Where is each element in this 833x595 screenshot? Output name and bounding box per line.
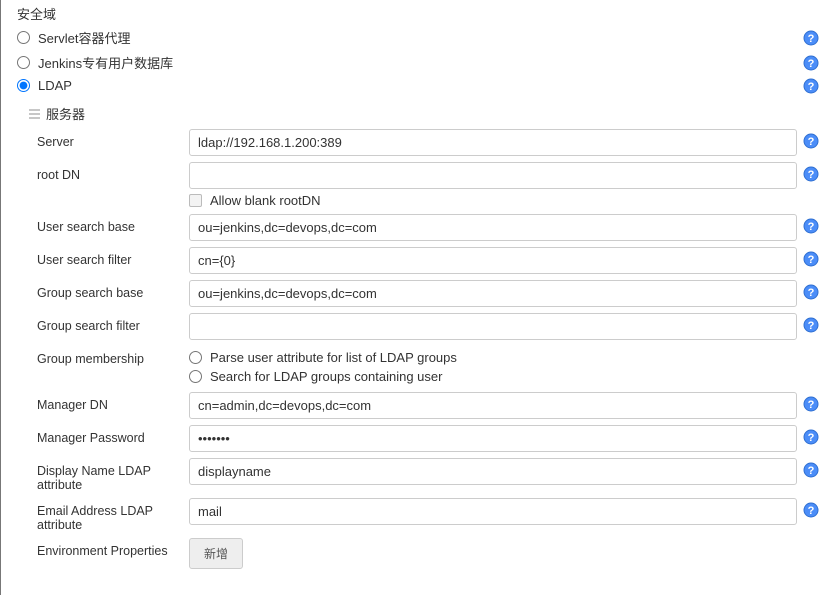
help-icon[interactable]: ? <box>803 30 819 46</box>
row-root-dn: root DN ? Allow blank rootDN <box>29 162 823 208</box>
help-icon[interactable]: ? <box>803 317 819 333</box>
row-group-membership: Group membership Parse user attribute fo… <box>29 346 823 386</box>
add-button[interactable]: 新增 <box>189 538 243 569</box>
help-icon[interactable]: ? <box>803 429 819 445</box>
svg-text:?: ? <box>808 465 815 477</box>
svg-text:?: ? <box>808 320 815 332</box>
realm-jenkins-label: Jenkins专有用户数据库 <box>38 53 173 72</box>
allow-blank-rootdn-checkbox[interactable] <box>189 194 202 207</box>
row-email-attr: Email Address LDAP attribute ? <box>29 498 823 532</box>
label-root-dn: root DN <box>29 162 189 182</box>
svg-text:?: ? <box>808 169 815 181</box>
gm-parse-radio[interactable] <box>189 351 202 364</box>
help-icon[interactable]: ? <box>803 133 819 149</box>
label-server: Server <box>29 129 189 149</box>
server-header: 服务器 <box>29 102 823 129</box>
realm-jenkins-radio[interactable] <box>17 56 30 69</box>
allow-blank-rootdn-row[interactable]: Allow blank rootDN <box>189 189 797 208</box>
label-manager-dn: Manager DN <box>29 392 189 412</box>
manager-dn-input[interactable] <box>189 392 797 419</box>
email-attr-input[interactable] <box>189 498 797 525</box>
label-group-search-base: Group search base <box>29 280 189 300</box>
user-search-filter-input[interactable] <box>189 247 797 274</box>
root-dn-input[interactable] <box>189 162 797 189</box>
help-icon[interactable]: ? <box>803 78 819 94</box>
svg-text:?: ? <box>808 505 815 517</box>
row-server: Server ? <box>29 129 823 156</box>
svg-text:?: ? <box>808 254 815 266</box>
display-name-attr-input[interactable] <box>189 458 797 485</box>
user-search-base-input[interactable] <box>189 214 797 241</box>
realm-ldap-radio[interactable] <box>17 79 30 92</box>
label-email-attr: Email Address LDAP attribute <box>29 498 189 532</box>
svg-text:?: ? <box>808 287 815 299</box>
help-icon[interactable]: ? <box>803 55 819 71</box>
realm-ldap-row[interactable]: LDAP ? <box>11 75 823 96</box>
realm-servlet-label: Servlet容器代理 <box>38 28 130 47</box>
realm-ldap-label: LDAP <box>38 78 72 93</box>
help-icon[interactable]: ? <box>803 166 819 182</box>
svg-text:?: ? <box>808 432 815 444</box>
svg-text:?: ? <box>808 58 815 70</box>
help-icon[interactable]: ? <box>803 218 819 234</box>
row-group-search-filter: Group search filter ? <box>29 313 823 340</box>
gm-search-radio[interactable] <box>189 370 202 383</box>
gm-parse-label: Parse user attribute for list of LDAP gr… <box>210 350 457 365</box>
row-user-search-base: User search base ? <box>29 214 823 241</box>
gm-search-label: Search for LDAP groups containing user <box>210 369 442 384</box>
svg-text:?: ? <box>808 81 815 93</box>
label-group-search-filter: Group search filter <box>29 313 189 333</box>
label-manager-password: Manager Password <box>29 425 189 445</box>
gm-search-row[interactable]: Search for LDAP groups containing user <box>189 367 797 386</box>
help-icon[interactable]: ? <box>803 396 819 412</box>
label-env-props: Environment Properties <box>29 538 189 558</box>
allow-blank-rootdn-label: Allow blank rootDN <box>210 193 321 208</box>
row-user-search-filter: User search filter ? <box>29 247 823 274</box>
help-icon[interactable]: ? <box>803 462 819 478</box>
row-manager-dn: Manager DN ? <box>29 392 823 419</box>
server-header-title: 服务器 <box>46 104 85 123</box>
row-manager-password: Manager Password ? <box>29 425 823 452</box>
manager-password-input[interactable] <box>189 425 797 452</box>
gm-parse-row[interactable]: Parse user attribute for list of LDAP gr… <box>189 348 797 367</box>
realm-servlet-row[interactable]: Servlet容器代理 ? <box>11 25 823 50</box>
grip-icon <box>29 109 40 119</box>
help-icon[interactable]: ? <box>803 251 819 267</box>
server-input[interactable] <box>189 129 797 156</box>
svg-text:?: ? <box>808 136 815 148</box>
svg-text:?: ? <box>808 399 815 411</box>
label-user-search-filter: User search filter <box>29 247 189 267</box>
realm-jenkins-row[interactable]: Jenkins专有用户数据库 ? <box>11 50 823 75</box>
section-title: 安全域 <box>11 4 823 23</box>
svg-text:?: ? <box>808 33 815 45</box>
help-icon[interactable]: ? <box>803 502 819 518</box>
label-display-name-attr: Display Name LDAP attribute <box>29 458 189 492</box>
row-display-name-attr: Display Name LDAP attribute ? <box>29 458 823 492</box>
help-icon[interactable]: ? <box>803 284 819 300</box>
group-search-base-input[interactable] <box>189 280 797 307</box>
row-group-search-base: Group search base ? <box>29 280 823 307</box>
ldap-subsection: 服务器 Server ? root DN ? Allow bl <box>11 102 823 569</box>
row-env-props: Environment Properties 新增 <box>29 538 823 569</box>
label-user-search-base: User search base <box>29 214 189 234</box>
svg-text:?: ? <box>808 221 815 233</box>
label-group-membership: Group membership <box>29 346 189 366</box>
group-search-filter-input[interactable] <box>189 313 797 340</box>
realm-servlet-radio[interactable] <box>17 31 30 44</box>
